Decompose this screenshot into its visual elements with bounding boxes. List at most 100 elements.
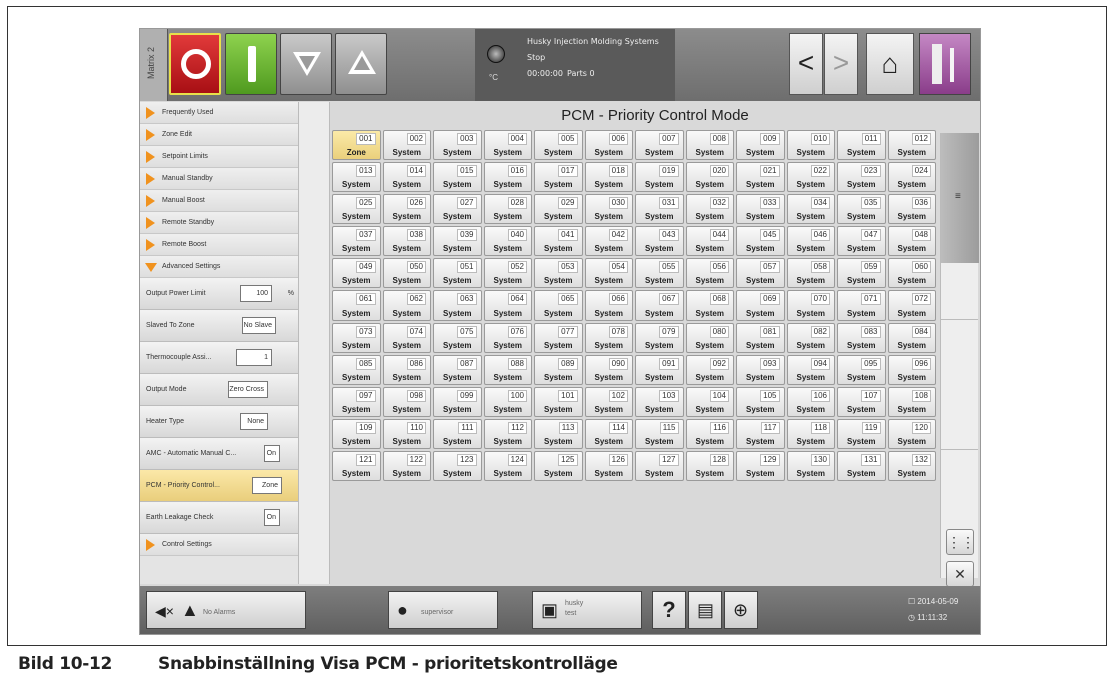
zone-cell[interactable]: 119 System <box>837 418 886 449</box>
zone-cell[interactable]: 091 System <box>635 354 684 385</box>
zone-cell[interactable]: 129 System <box>736 450 785 482</box>
zone-cell[interactable]: 095 System <box>837 354 886 385</box>
zone-cell[interactable]: 067 System <box>635 290 684 321</box>
zone-cell[interactable]: 040 System <box>483 226 532 257</box>
zone-cell[interactable]: 008 System <box>685 130 734 161</box>
zone-cell[interactable]: 038 System <box>382 226 431 257</box>
zone-cell[interactable]: 096 System <box>887 354 936 385</box>
sidebar-group[interactable]: Manual Standby <box>140 168 298 190</box>
zone-cell[interactable]: 042 System <box>584 226 633 257</box>
sidebar-scroll-strip[interactable] <box>298 102 330 584</box>
zone-cell[interactable]: 084 System <box>887 322 936 353</box>
zone-cell[interactable]: 130 System <box>786 450 835 482</box>
setting-row[interactable]: Output Mode Zero Cross <box>140 374 298 406</box>
zone-cell[interactable]: 012 System <box>887 130 936 161</box>
setting-row[interactable]: Thermocouple Assi... 1 <box>140 342 298 374</box>
zone-cell[interactable]: 034 System <box>786 194 835 225</box>
setting-row[interactable]: PCM - Priority Control... Zone <box>140 470 298 502</box>
zone-cell[interactable]: 117 System <box>736 418 785 449</box>
zone-cell[interactable]: 132 System <box>887 450 936 482</box>
zone-cell[interactable]: 087 System <box>433 354 482 385</box>
zone-cell[interactable]: 090 System <box>584 354 633 385</box>
zone-cell[interactable]: 055 System <box>635 258 684 289</box>
help-button[interactable]: ? <box>652 591 686 629</box>
sidebar-group[interactable]: Setpoint Limits <box>140 146 298 168</box>
screenshot-button[interactable]: ▤ <box>688 591 722 629</box>
zone-cell[interactable]: 076 System <box>483 322 532 353</box>
zone-cell[interactable]: 017 System <box>534 162 583 193</box>
zone-cell[interactable]: 036 System <box>887 194 936 225</box>
zone-cell[interactable]: 039 System <box>433 226 482 257</box>
setting-value-field[interactable]: On <box>264 509 280 526</box>
zone-cell[interactable]: 001 Zone <box>332 130 381 161</box>
select-all-button[interactable]: ⋮⋮ <box>946 529 975 555</box>
zone-cell[interactable]: 068 System <box>685 290 734 321</box>
language-button[interactable]: ⊕ <box>724 591 758 629</box>
zone-cell[interactable]: 014 System <box>382 162 431 193</box>
zone-cell[interactable]: 066 System <box>584 290 633 321</box>
zone-cell[interactable]: 032 System <box>685 194 734 225</box>
scrollbar-thumb[interactable]: ≡ <box>941 133 979 263</box>
setting-row[interactable]: AMC - Automatic Manual C... On <box>140 438 298 470</box>
zone-cell[interactable]: 004 System <box>483 130 532 161</box>
zone-cell[interactable]: 101 System <box>534 386 583 417</box>
sidebar-group[interactable]: Control Settings <box>140 534 298 556</box>
zone-cell[interactable]: 074 System <box>382 322 431 353</box>
standby-button[interactable] <box>280 33 332 95</box>
zone-cell[interactable]: 104 System <box>685 386 734 417</box>
zone-cell[interactable]: 116 System <box>685 418 734 449</box>
zone-cell[interactable]: 110 System <box>382 418 431 449</box>
zone-cell[interactable]: 114 System <box>584 418 633 449</box>
zone-cell[interactable]: 124 System <box>483 450 532 482</box>
zone-cell[interactable]: 022 System <box>786 162 835 193</box>
scrollbar-track[interactable]: ≡ <box>940 133 979 578</box>
zone-cell[interactable]: 010 System <box>786 130 835 161</box>
zone-cell[interactable]: 049 System <box>332 258 381 289</box>
zone-cell[interactable]: 037 System <box>332 226 381 257</box>
zone-cell[interactable]: 016 System <box>483 162 532 193</box>
back-button[interactable]: < <box>789 33 823 95</box>
zone-cell[interactable]: 025 System <box>332 194 381 225</box>
setting-value-field[interactable]: Zero Cross <box>228 381 268 398</box>
zone-cell[interactable]: 056 System <box>685 258 734 289</box>
zone-cell[interactable]: 113 System <box>534 418 583 449</box>
zone-cell[interactable]: 083 System <box>837 322 886 353</box>
zone-cell[interactable]: 100 System <box>483 386 532 417</box>
deselect-all-button[interactable]: ✕ <box>946 561 974 587</box>
zone-cell[interactable]: 061 System <box>332 290 381 321</box>
stop-button[interactable] <box>169 33 221 95</box>
zone-cell[interactable]: 071 System <box>837 290 886 321</box>
zone-cell[interactable]: 118 System <box>786 418 835 449</box>
zone-cell[interactable]: 103 System <box>635 386 684 417</box>
matrix-tab[interactable]: Matrix 2 <box>140 29 168 101</box>
zone-cell[interactable]: 102 System <box>584 386 633 417</box>
zone-cell[interactable]: 015 System <box>433 162 482 193</box>
zone-cell[interactable]: 058 System <box>786 258 835 289</box>
setting-row[interactable]: Earth Leakage Check On <box>140 502 298 534</box>
zone-cell[interactable]: 027 System <box>433 194 482 225</box>
zone-cell[interactable]: 072 System <box>887 290 936 321</box>
zone-cell[interactable]: 048 System <box>887 226 936 257</box>
zone-cell[interactable]: 052 System <box>483 258 532 289</box>
zone-cell[interactable]: 093 System <box>736 354 785 385</box>
zone-cell[interactable]: 105 System <box>736 386 785 417</box>
zone-cell[interactable]: 070 System <box>786 290 835 321</box>
zone-cell[interactable]: 031 System <box>635 194 684 225</box>
setting-value-field[interactable]: None <box>240 413 268 430</box>
user-button[interactable]: ● supervisor <box>388 591 498 629</box>
zone-cell[interactable]: 009 System <box>736 130 785 161</box>
zone-cell[interactable]: 030 System <box>584 194 633 225</box>
zone-cell[interactable]: 045 System <box>736 226 785 257</box>
zone-cell[interactable]: 011 System <box>837 130 886 161</box>
zone-cell[interactable]: 060 System <box>887 258 936 289</box>
setting-row[interactable]: Output Power Limit 100% <box>140 278 298 310</box>
zone-cell[interactable]: 075 System <box>433 322 482 353</box>
sidebar-group[interactable]: Remote Boost <box>140 234 298 256</box>
zone-cell[interactable]: 018 System <box>584 162 633 193</box>
zone-cell[interactable]: 041 System <box>534 226 583 257</box>
zone-cell[interactable]: 109 System <box>332 418 381 449</box>
zone-cell[interactable]: 094 System <box>786 354 835 385</box>
zone-cell[interactable]: 029 System <box>534 194 583 225</box>
setting-value-field[interactable]: 1 <box>236 349 272 366</box>
zone-cell[interactable]: 024 System <box>887 162 936 193</box>
